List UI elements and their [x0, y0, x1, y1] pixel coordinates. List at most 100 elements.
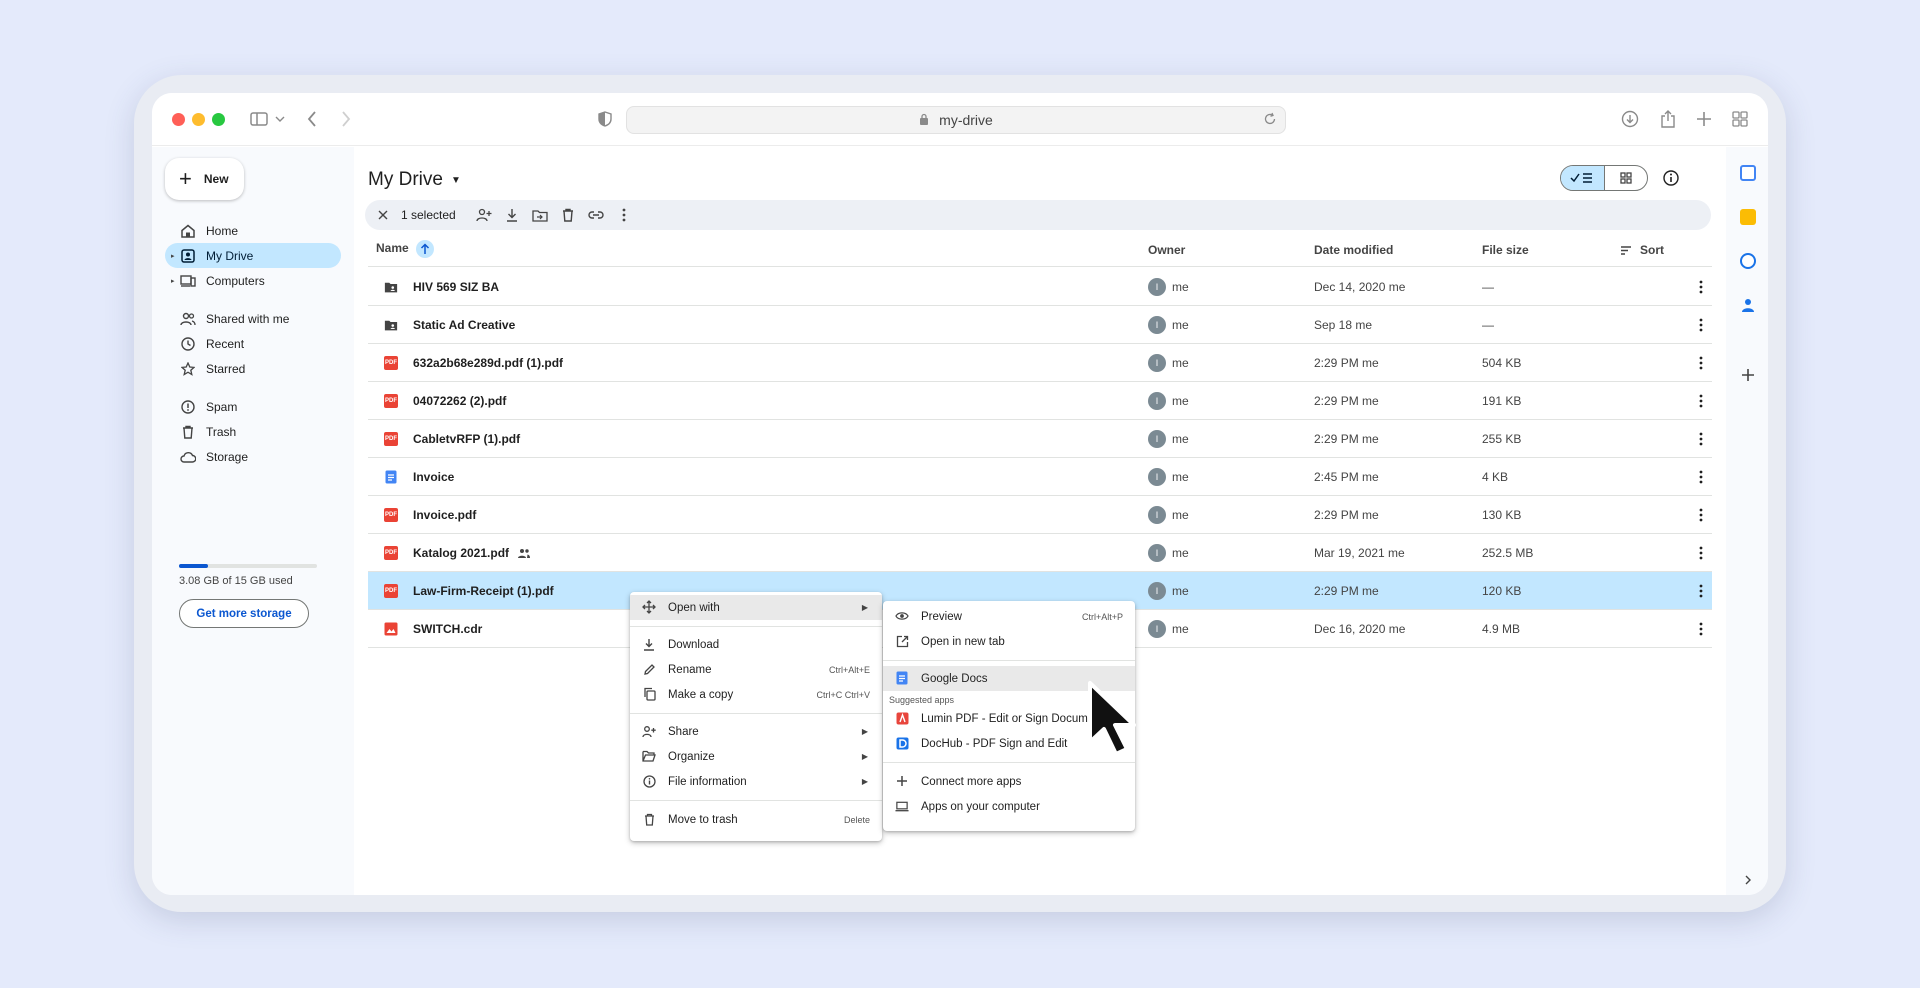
address-bar[interactable]: my-drive: [626, 106, 1286, 134]
more-vert-icon[interactable]: [610, 201, 638, 229]
menu-item-file-information[interactable]: File information ▶: [630, 769, 882, 794]
share-person-icon[interactable]: [470, 201, 498, 229]
file-name[interactable]: Law-Firm-Receipt (1).pdf: [413, 584, 554, 598]
list-view-button[interactable]: [1561, 166, 1605, 190]
file-name[interactable]: Static Ad Creative: [413, 318, 515, 332]
caret-right-icon[interactable]: ▸: [171, 277, 175, 285]
menu-item-connect-more-apps[interactable]: Connect more apps: [883, 769, 1135, 794]
nav-item-recent[interactable]: Recent: [165, 331, 341, 356]
close-selection-icon[interactable]: [369, 201, 397, 229]
menu-item-make-copy[interactable]: Make a copy Ctrl+C Ctrl+V: [630, 682, 882, 707]
file-row[interactable]: PDF Katalog 2021.pdf Ime Mar 19, 2021 me 252…: [368, 534, 1712, 572]
nav-label: My Drive: [206, 248, 254, 263]
maximize-window-button[interactable]: [212, 113, 225, 126]
caret-right-icon: ▶: [861, 752, 868, 761]
nav-item-storage[interactable]: Storage: [165, 444, 341, 469]
more-vert-icon[interactable]: [1694, 317, 1708, 333]
file-owner: me: [1172, 584, 1189, 598]
more-vert-icon[interactable]: [1694, 279, 1708, 295]
nav-item-home[interactable]: Home: [165, 218, 341, 243]
more-vert-icon[interactable]: [1694, 431, 1708, 447]
more-vert-icon[interactable]: [1694, 469, 1708, 485]
file-name[interactable]: 632a2b68e289d.pdf (1).pdf: [413, 356, 563, 370]
menu-item-apps-on-computer[interactable]: Apps on your computer: [883, 794, 1135, 819]
nav-item-spam[interactable]: Spam: [165, 394, 341, 419]
file-name[interactable]: Invoice.pdf: [413, 508, 476, 522]
new-button[interactable]: + New: [165, 158, 244, 200]
page-title[interactable]: My Drive ▼: [368, 169, 461, 191]
file-name[interactable]: Invoice: [413, 470, 454, 484]
file-row[interactable]: PDF 04072262 (2).pdf Ime 2:29 PM me 191 KB: [368, 382, 1712, 420]
download-icon[interactable]: [498, 201, 526, 229]
file-row[interactable]: Invoice Ime 2:45 PM me 4 KB: [368, 458, 1712, 496]
chevron-down-icon[interactable]: [274, 107, 286, 131]
file-row[interactable]: Static Ad Creative Ime Sep 18 me —: [368, 306, 1712, 344]
column-name[interactable]: Name: [376, 240, 435, 258]
file-name[interactable]: Katalog 2021.pdf: [413, 546, 531, 560]
caret-right-icon[interactable]: ▸: [171, 252, 175, 260]
link-icon[interactable]: [582, 201, 610, 229]
menu-item-organize[interactable]: Organize ▶: [630, 744, 882, 769]
pdf-file-icon: PDF: [384, 546, 398, 560]
nav-item-my-drive[interactable]: ▸ My Drive: [165, 243, 341, 268]
column-file-size[interactable]: File size: [1482, 243, 1529, 257]
file-name[interactable]: HIV 569 SIZ BA: [413, 280, 499, 294]
file-name[interactable]: CabletvRFP (1).pdf: [413, 432, 520, 446]
menu-item-download[interactable]: Download: [630, 632, 882, 657]
trash-icon[interactable]: [554, 201, 582, 229]
add-app-icon[interactable]: [1740, 367, 1756, 383]
get-more-storage-button[interactable]: Get more storage: [179, 599, 309, 628]
calendar-icon[interactable]: [1740, 165, 1756, 181]
column-date-modified[interactable]: Date modified: [1314, 243, 1393, 257]
menu-item-move-to-trash[interactable]: Move to trash Delete: [630, 807, 882, 832]
nav-item-computers[interactable]: ▸ Computers: [165, 268, 341, 293]
move-to-folder-icon[interactable]: [526, 201, 554, 229]
nav-item-trash[interactable]: Trash: [165, 419, 341, 444]
menu-item-open-with[interactable]: Open with ▶: [630, 595, 882, 620]
more-vert-icon[interactable]: [1694, 393, 1708, 409]
owner-avatar: I: [1148, 392, 1166, 410]
shield-icon[interactable]: [596, 107, 614, 131]
more-vert-icon[interactable]: [1694, 355, 1708, 371]
file-row[interactable]: PDF Invoice.pdf Ime 2:29 PM me 130 KB: [368, 496, 1712, 534]
new-tab-icon[interactable]: [1694, 107, 1714, 131]
chevron-right-icon[interactable]: [1740, 872, 1756, 888]
column-owner[interactable]: Owner: [1148, 243, 1185, 257]
minimize-window-button[interactable]: [192, 113, 205, 126]
more-vert-icon[interactable]: [1694, 583, 1708, 599]
file-name[interactable]: 04072262 (2).pdf: [413, 394, 506, 408]
reload-icon[interactable]: [1263, 112, 1277, 129]
tasks-icon[interactable]: [1740, 253, 1756, 269]
more-vert-icon[interactable]: [1694, 507, 1708, 523]
sort-button[interactable]: Sort: [1620, 243, 1664, 257]
tab-overview-icon[interactable]: [1730, 107, 1750, 131]
menu-item-preview[interactable]: Preview Ctrl+Alt+P: [883, 604, 1135, 629]
nav-item-starred[interactable]: Starred: [165, 356, 341, 381]
dochub-icon: [895, 736, 909, 750]
info-icon[interactable]: [1662, 169, 1680, 187]
file-row[interactable]: PDF CabletvRFP (1).pdf Ime 2:29 PM me 255 KB: [368, 420, 1712, 458]
forward-icon[interactable]: [338, 107, 354, 131]
sidebar-toggle-icon[interactable]: [248, 107, 270, 131]
open-in-new-icon: [895, 634, 909, 648]
share-icon[interactable]: [1658, 107, 1678, 131]
menu-divider: [630, 800, 882, 801]
more-vert-icon[interactable]: [1694, 621, 1708, 637]
menu-item-share[interactable]: Share ▶: [630, 719, 882, 744]
grid-view-button[interactable]: [1605, 166, 1648, 190]
file-name[interactable]: SWITCH.cdr: [413, 622, 482, 636]
file-row[interactable]: PDF 632a2b68e289d.pdf (1).pdf Ime 2:29 PM m…: [368, 344, 1712, 382]
more-vert-icon[interactable]: [1694, 545, 1708, 561]
eye-icon: [895, 609, 909, 623]
keep-icon[interactable]: [1740, 209, 1756, 225]
menu-item-open-in-new-tab[interactable]: Open in new tab: [883, 629, 1135, 654]
close-window-button[interactable]: [172, 113, 185, 126]
download-icon[interactable]: [1620, 107, 1640, 131]
back-icon[interactable]: [304, 107, 320, 131]
star-icon: [180, 361, 196, 377]
menu-item-rename[interactable]: Rename Ctrl+Alt+E: [630, 657, 882, 682]
file-row[interactable]: HIV 569 SIZ BA Ime Dec 14, 2020 me —: [368, 268, 1712, 306]
contacts-icon[interactable]: [1740, 297, 1756, 313]
arrow-up-icon[interactable]: [416, 240, 435, 258]
nav-item-shared-with-me[interactable]: Shared with me: [165, 306, 341, 331]
